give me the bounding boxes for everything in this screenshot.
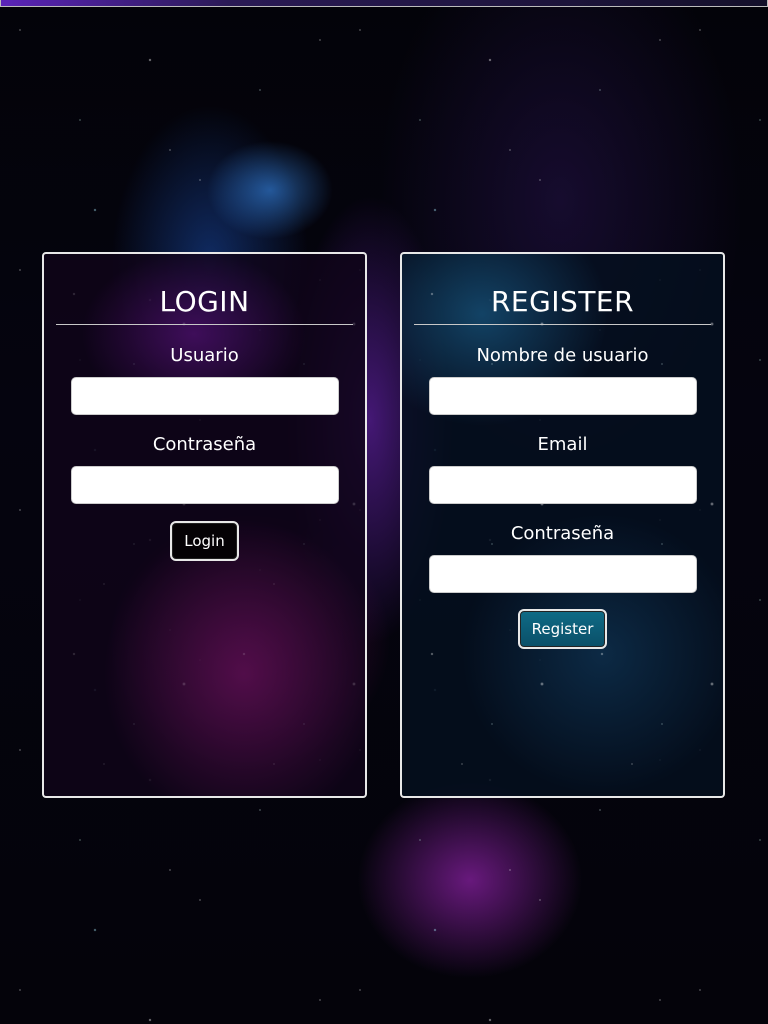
register-email-input[interactable] [428,466,697,504]
register-title: REGISTER [414,285,711,325]
login-title: LOGIN [56,285,353,325]
register-panel: REGISTER Nombre de usuario Email Contras… [400,252,725,798]
login-username-input[interactable] [70,377,339,415]
login-password-input[interactable] [70,466,339,504]
login-username-label: Usuario [170,345,239,366]
top-bar [0,0,768,7]
register-password-label: Contraseña [510,523,615,544]
login-button[interactable]: Login [170,521,239,561]
register-button[interactable]: Register [517,609,608,649]
register-password-input[interactable] [428,555,697,593]
register-username-input[interactable] [428,377,697,415]
register-username-label: Nombre de usuario [476,345,649,366]
login-password-label: Contraseña [152,434,257,455]
login-panel: LOGIN Usuario Contraseña Login [42,252,367,798]
register-email-label: Email [537,434,588,455]
